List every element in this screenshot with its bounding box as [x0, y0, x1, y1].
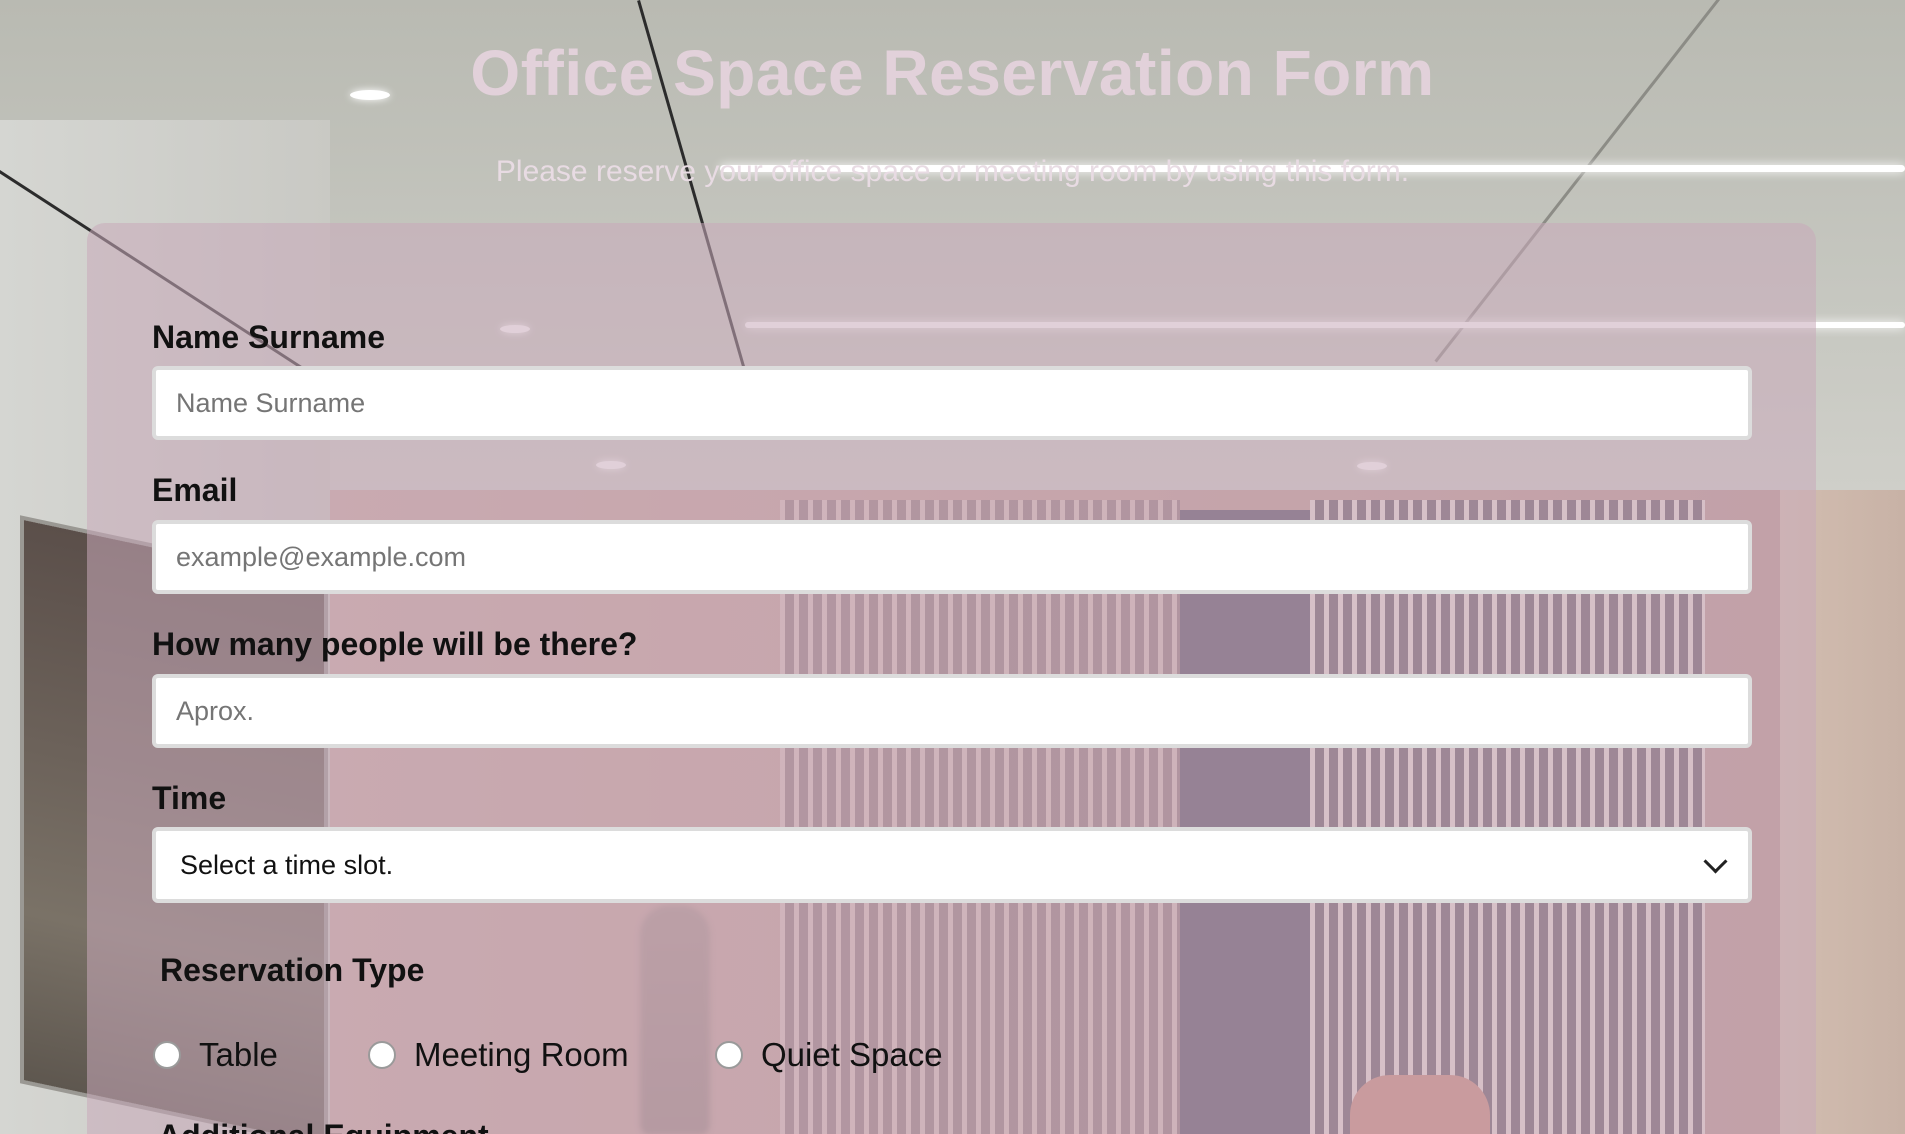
- page: Office Space Reservation Form Please res…: [0, 0, 1905, 1134]
- time-label: Time: [152, 780, 227, 816]
- reservation-type-label: Reservation Type: [160, 952, 425, 988]
- time-select-value: Select a time slot.: [180, 849, 394, 880]
- email-input[interactable]: [152, 520, 1752, 594]
- reservation-type-option-meeting-room[interactable]: Meeting Room: [368, 1036, 629, 1074]
- people-count-input[interactable]: [152, 674, 1752, 748]
- reservation-type-option-table[interactable]: Table: [153, 1036, 278, 1074]
- name-label: Name Surname: [152, 319, 385, 355]
- radio-button[interactable]: [368, 1041, 396, 1069]
- additional-equipment-label: Additional Equipment: [158, 1118, 489, 1134]
- name-input[interactable]: [152, 366, 1752, 440]
- people-count-label: How many people will be there?: [152, 626, 638, 662]
- radio-button[interactable]: [715, 1041, 743, 1069]
- radio-label: Table: [199, 1036, 278, 1073]
- chevron-down-icon: [1703, 848, 1728, 874]
- time-select[interactable]: Select a time slot.: [152, 827, 1752, 903]
- radio-label: Quiet Space: [761, 1036, 943, 1073]
- radio-label: Meeting Room: [414, 1036, 629, 1073]
- reservation-type-option-quiet-space[interactable]: Quiet Space: [715, 1036, 943, 1074]
- page-title: Office Space Reservation Form: [470, 37, 1435, 109]
- email-label: Email: [152, 472, 238, 508]
- radio-button[interactable]: [153, 1041, 181, 1069]
- page-subtitle: Please reserve your office space or meet…: [495, 155, 1410, 188]
